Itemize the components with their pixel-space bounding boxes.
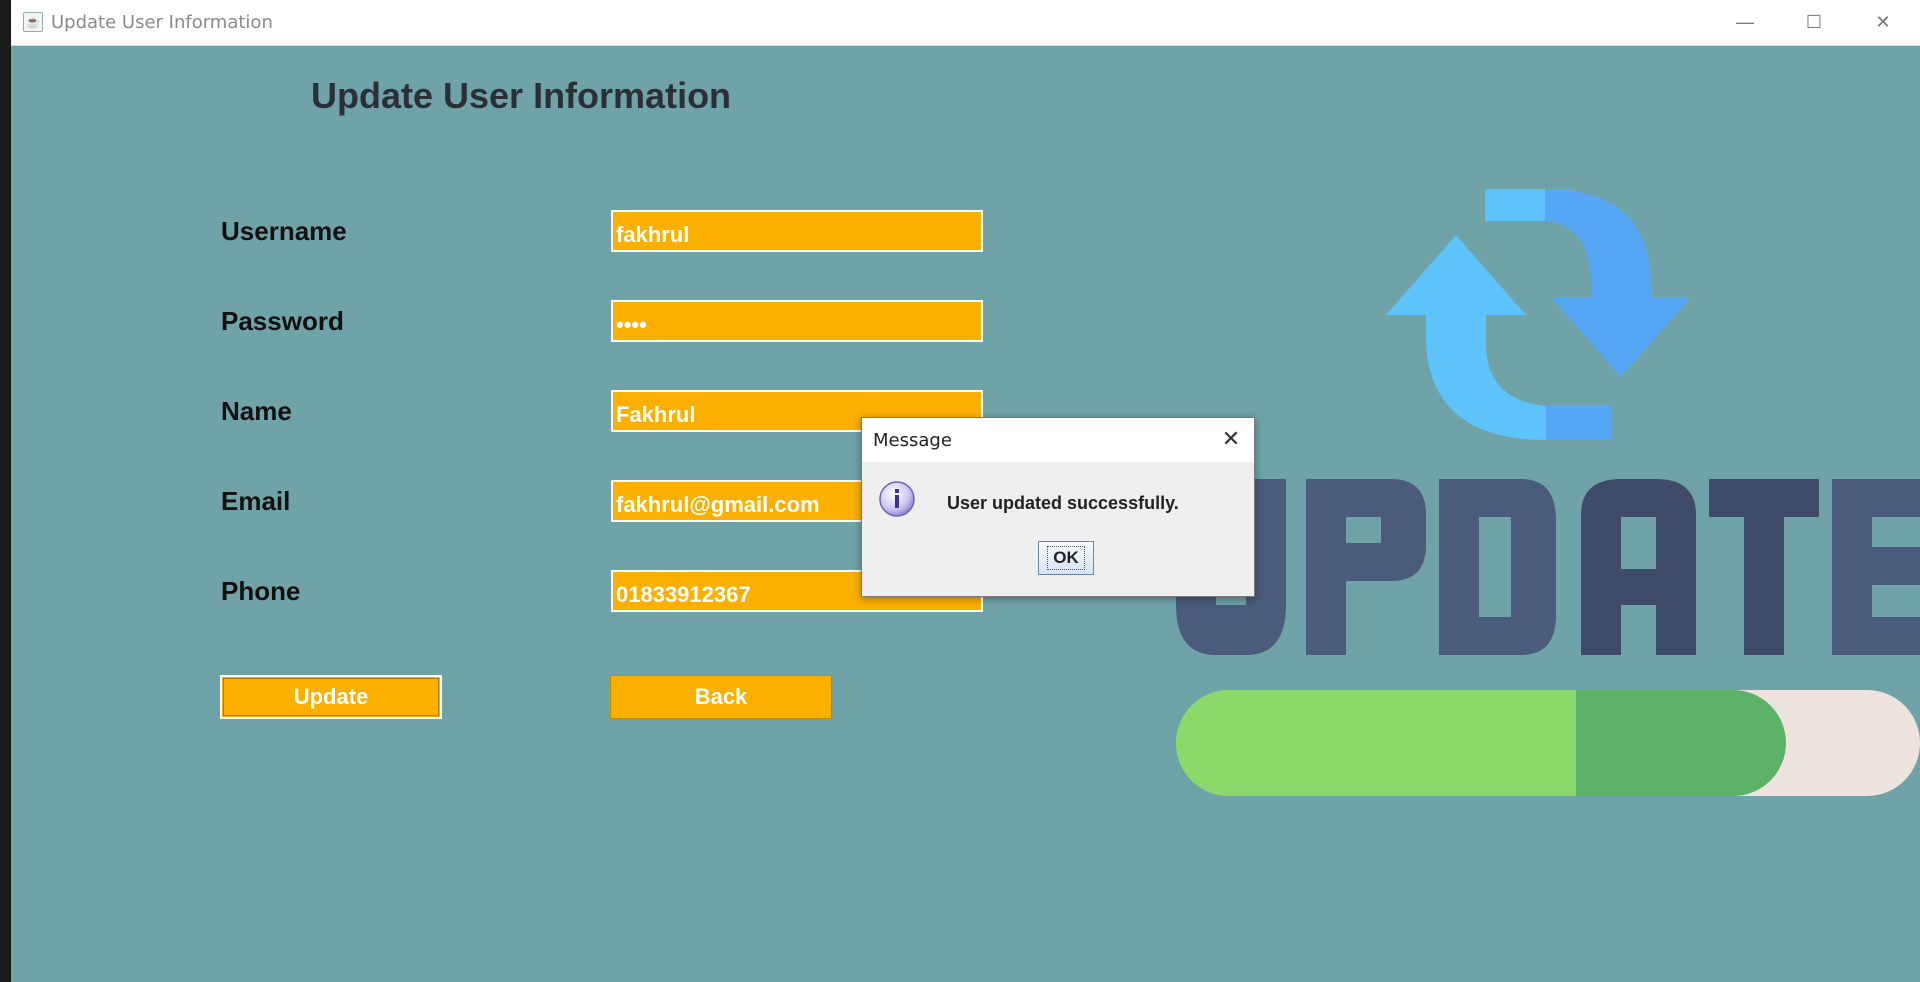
- dialog-title: Message: [873, 430, 952, 451]
- window-titlebar: ☕ Update User Information — ☐ ✕: [11, 0, 1920, 46]
- username-field[interactable]: fakhrul: [611, 210, 983, 252]
- update-letters: [1176, 479, 1920, 655]
- app-window: ☕ Update User Information — ☐ ✕ Update U…: [11, 0, 1920, 982]
- maximize-button[interactable]: ☐: [1780, 0, 1848, 45]
- window-title: Update User Information: [51, 12, 273, 33]
- dialog-message: User updated successfully.: [947, 493, 1179, 513]
- password-label: Password: [221, 306, 344, 336]
- info-icon: [879, 481, 915, 517]
- dialog-titlebar: Message ✕: [862, 418, 1254, 462]
- minimize-button[interactable]: —: [1711, 0, 1779, 45]
- username-label: Username: [221, 216, 347, 246]
- java-app-icon: ☕: [23, 12, 43, 32]
- update-button[interactable]: Update: [220, 675, 442, 719]
- background-terminal-strip: [0, 0, 11, 982]
- ok-button-label: OK: [1047, 546, 1085, 570]
- progress-bar: [1176, 690, 1920, 796]
- dialog-close-button[interactable]: ✕: [1218, 426, 1244, 452]
- page-title: Update User Information: [311, 75, 732, 116]
- back-button[interactable]: Back: [610, 675, 832, 719]
- password-field[interactable]: ••••: [611, 300, 983, 342]
- name-label: Name: [221, 396, 292, 426]
- close-button[interactable]: ✕: [1849, 0, 1917, 45]
- email-label: Email: [221, 486, 291, 516]
- refresh-arrows-icon: [1386, 189, 1691, 440]
- phone-label: Phone: [221, 576, 301, 606]
- ok-button[interactable]: OK: [1038, 541, 1094, 575]
- update-illustration: [1176, 189, 1920, 796]
- message-dialog: Message ✕ User updated successfully. OK: [861, 417, 1255, 597]
